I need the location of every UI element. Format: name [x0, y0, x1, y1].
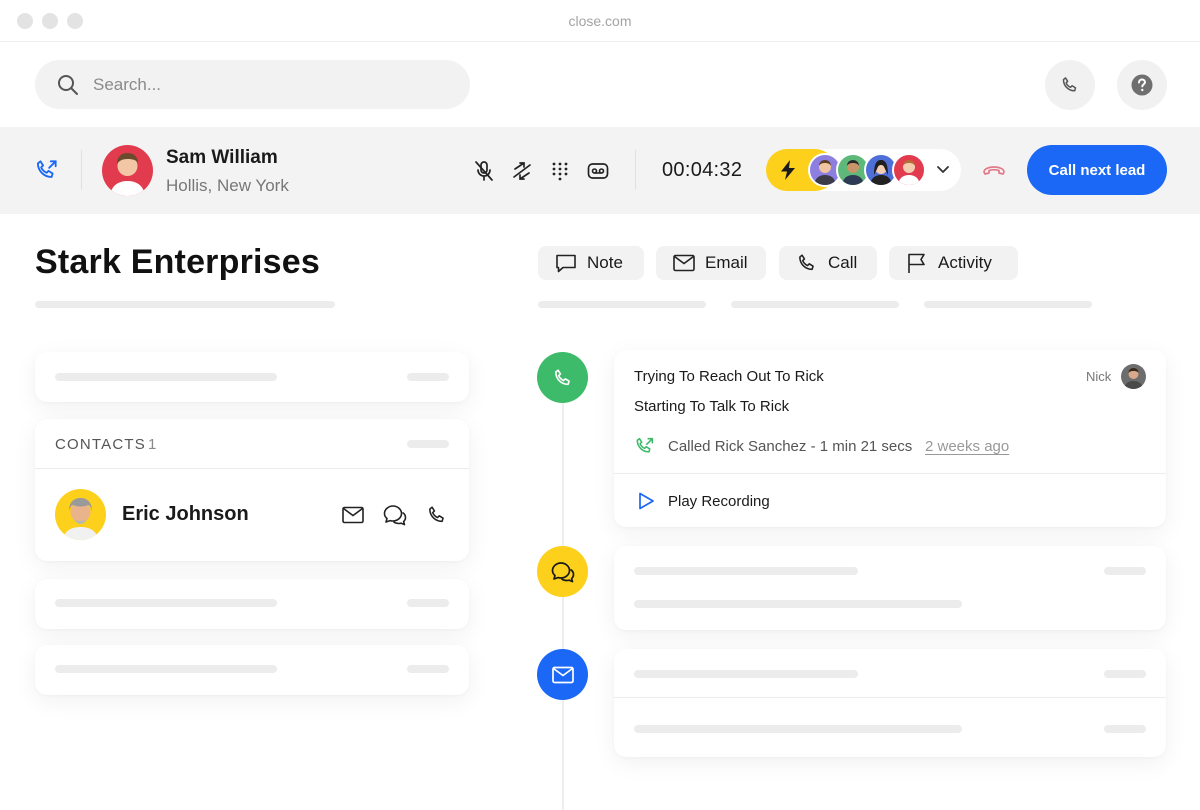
- placeholder-card: [35, 579, 469, 629]
- call-next-lead-button[interactable]: Call next lead: [1027, 145, 1167, 195]
- dialpad-icon: [552, 162, 568, 181]
- voicemail-button[interactable]: [585, 158, 611, 184]
- tab-label: Activity: [938, 253, 992, 272]
- chat-icon: [383, 505, 407, 526]
- contact-call-button[interactable]: [425, 503, 449, 527]
- placeholder-card: [614, 546, 1166, 630]
- timeline-call-node: [537, 352, 588, 403]
- tab-label: Email: [705, 253, 748, 272]
- placeholder-bar: [634, 600, 962, 608]
- search-bar[interactable]: [35, 60, 470, 109]
- lead-title: Stark Enterprises: [35, 243, 320, 281]
- tab-email[interactable]: Email: [656, 246, 766, 280]
- play-icon[interactable]: [636, 491, 656, 511]
- chevron-down-icon[interactable]: [934, 160, 952, 178]
- placeholder-bar: [55, 665, 277, 673]
- tab-activity[interactable]: Activity: [889, 246, 1018, 280]
- bolt-icon: [781, 160, 795, 180]
- placeholder-bar: [407, 373, 449, 381]
- transfer-button[interactable]: [509, 158, 535, 184]
- search-input[interactable]: [93, 60, 443, 109]
- outgoing-call-icon: [36, 160, 57, 178]
- placeholder-bar: [407, 665, 449, 673]
- flag-icon: [908, 253, 925, 273]
- chat-icon: [551, 561, 574, 582]
- contact-name[interactable]: Eric Johnson: [122, 503, 249, 526]
- phone-icon: [1062, 77, 1077, 92]
- tab-call[interactable]: Call: [779, 246, 877, 280]
- activity-note-line: Starting To Talk To Rick: [634, 398, 790, 415]
- play-recording-button[interactable]: Play Recording: [668, 493, 770, 510]
- divider: [614, 697, 1166, 698]
- tab-label: Call: [828, 253, 858, 272]
- call-summary: Called Rick Sanchez - 1 min 21 secs: [668, 438, 913, 455]
- note-icon: [556, 254, 576, 273]
- window-url: close.com: [568, 13, 632, 29]
- timeline-line: [562, 400, 564, 810]
- outgoing-call-icon: [636, 437, 654, 453]
- phone-button[interactable]: [1045, 60, 1095, 110]
- divider: [614, 473, 1166, 474]
- placeholder-bar: [634, 670, 858, 678]
- tab-note[interactable]: Note: [538, 246, 644, 280]
- tab-label: Note: [587, 253, 623, 272]
- phone-icon: [554, 368, 570, 385]
- placeholder-card: [614, 649, 1166, 757]
- placeholder-card: [35, 352, 469, 402]
- window-titlebar: close.com: [0, 0, 1200, 42]
- help-button[interactable]: [1117, 60, 1167, 110]
- placeholder-bar: [634, 567, 858, 575]
- placeholder-bar: [407, 440, 449, 448]
- timeline-sms-node: [537, 546, 588, 597]
- caller-name: Sam William: [166, 147, 278, 168]
- search-icon: [58, 75, 78, 95]
- placeholder-bar: [731, 301, 899, 308]
- divider: [81, 150, 82, 190]
- hang-up-icon[interactable]: [981, 158, 1007, 182]
- contact-avatar[interactable]: [55, 489, 106, 540]
- placeholder-bar: [55, 373, 277, 381]
- contact-sms-button[interactable]: [383, 503, 407, 527]
- placeholder-bar: [35, 301, 335, 308]
- activity-note-line: Trying To Reach Out To Rick: [634, 368, 824, 385]
- mute-button[interactable]: [471, 158, 497, 184]
- help-icon: [1131, 74, 1153, 96]
- email-icon: [551, 666, 574, 683]
- phone-icon: [429, 506, 444, 523]
- caller-location: Hollis, New York: [166, 176, 289, 195]
- contact-email-button[interactable]: [341, 503, 365, 527]
- phone-icon: [799, 254, 814, 271]
- placeholder-bar: [1104, 725, 1146, 733]
- teammate-avatar[interactable]: [892, 153, 926, 187]
- placeholder-bar: [924, 301, 1092, 308]
- contacts-count: 1: [148, 436, 157, 453]
- placeholder-bar: [407, 599, 449, 607]
- timeline-email-node: [537, 649, 588, 700]
- contacts-header: CONTACTS: [55, 436, 146, 453]
- divider: [635, 150, 636, 190]
- call-timer: 00:04:32: [662, 159, 743, 181]
- placeholder-bar: [1104, 567, 1146, 575]
- activity-timestamp-link[interactable]: 2 weeks ago: [925, 438, 1009, 455]
- dialpad-button[interactable]: [547, 158, 573, 184]
- email-icon: [673, 254, 695, 272]
- activity-author: Nick: [1086, 369, 1112, 384]
- voicemail-icon: [587, 163, 609, 179]
- placeholder-bar: [538, 301, 706, 308]
- author-avatar: [1121, 364, 1146, 389]
- active-call-bar: Sam William Hollis, New York 00:04:32: [0, 127, 1200, 214]
- mic-off-icon: [475, 161, 493, 181]
- placeholder-bar: [1104, 670, 1146, 678]
- divider: [35, 468, 469, 469]
- email-icon: [342, 506, 364, 524]
- caller-avatar: [102, 145, 153, 196]
- placeholder-card: [35, 645, 469, 695]
- placeholder-bar: [634, 725, 962, 733]
- transfer-icon: [513, 162, 531, 180]
- placeholder-bar: [55, 599, 277, 607]
